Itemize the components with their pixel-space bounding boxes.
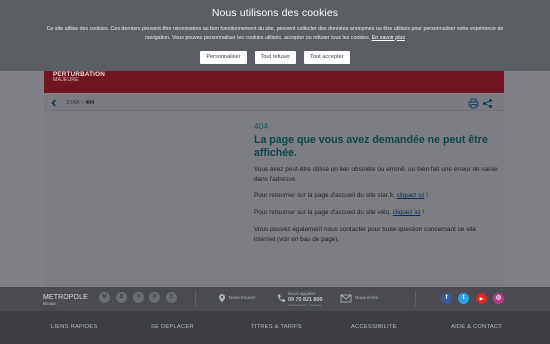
footer-divider	[195, 291, 196, 306]
home-return-paragraph: Pour retourner sur la page d'accueil du …	[254, 191, 499, 201]
breadcrumb-root[interactable]: STAR	[66, 100, 80, 106]
cookie-buttons: Personnaliser Tout refuser Tout accepter	[0, 51, 550, 64]
error-title: La page que vous avez demandée ne peut ê…	[254, 134, 488, 159]
footer-nav: LIENS RAPIDES SE DEPLACER TITRES & TARIF…	[0, 311, 550, 344]
accept-all-button[interactable]: Tout accepter	[304, 51, 350, 64]
main-content: STAR/404 404 La page que vous avez deman…	[44, 95, 504, 285]
back-arrow-icon[interactable]	[49, 98, 59, 108]
write-us-link[interactable]: Nous écrire	[355, 295, 379, 300]
phone-icon	[277, 294, 285, 302]
metro-icon[interactable]: M	[99, 292, 110, 303]
call-us-label: Nous appeler	[288, 291, 316, 296]
bike-return-text: Pour retourner sur la page d'accueil du …	[254, 209, 391, 216]
breadcrumb-separator: /	[81, 100, 84, 106]
alert-subtitle: MAJEURE	[53, 77, 79, 83]
cookie-banner-title: Nous utilisons des cookies	[211, 7, 339, 19]
facebook-icon[interactable]: f	[441, 293, 452, 304]
refuse-all-button[interactable]: Tout refuser	[254, 51, 297, 64]
share-icon[interactable]	[482, 98, 493, 109]
phone-note: service gratuit + prix appel	[288, 303, 321, 307]
youtube-icon[interactable]: ▶	[476, 293, 487, 304]
learn-more-link[interactable]: En savoir plus	[372, 35, 405, 41]
nav-help-contact[interactable]: AIDE & CONTACT	[451, 324, 502, 330]
home-return-text: Pour retourner sur la page d'accueil du …	[254, 192, 395, 199]
contact-paragraph: Vous pouvez également nous contacter pou…	[254, 226, 477, 243]
parking-icon[interactable]: P	[149, 292, 160, 303]
print-icon[interactable]	[468, 98, 479, 109]
footer-divider	[415, 291, 416, 306]
car-icon[interactable]: C	[166, 292, 177, 303]
cookie-banner-message: Ce site utilise des cookies. Ces dernier…	[46, 26, 504, 41]
home-link[interactable]: cliquez ici	[397, 192, 425, 199]
footer-info-bar: METROPOLE RENNES M B V P C Nous trouver …	[0, 287, 550, 311]
nav-quick-links[interactable]: LIENS RAPIDES	[51, 324, 97, 330]
cookie-banner: Nous utilisons des cookies Ce site utili…	[0, 0, 550, 71]
breadcrumb-bar: STAR/404	[44, 95, 504, 111]
bus-icon[interactable]: B	[116, 292, 127, 303]
location-pin-icon	[219, 294, 225, 303]
twitter-icon[interactable]: t	[458, 293, 469, 304]
breadcrumb-current: 404	[85, 100, 95, 106]
find-us-link[interactable]: Nous trouver	[229, 295, 255, 300]
envelope-icon	[340, 294, 352, 303]
error-code: 404	[254, 121, 269, 131]
metropole-logo[interactable]: METROPOLE RENNES	[43, 290, 91, 308]
velo-icon[interactable]: V	[133, 292, 144, 303]
nav-accessibility[interactable]: ACCESSIBILITE	[351, 324, 397, 330]
nav-tickets-fares[interactable]: TITRES & TARIFS	[251, 324, 302, 330]
bike-return-suffix: !	[422, 209, 424, 216]
cookie-banner-text: Ce site utilise des cookies. Ces dernier…	[40, 25, 510, 42]
home-return-suffix: !	[426, 192, 428, 199]
nav-getting-around[interactable]: SE DEPLACER	[151, 324, 194, 330]
error-description: Vous avez peut-être utilisé un lien obso…	[254, 166, 498, 183]
logo-subtext: RENNES	[43, 302, 57, 306]
bike-return-paragraph: Pour retourner sur la page d'accueil du …	[254, 208, 499, 218]
logo-text: METROPOLE	[43, 294, 88, 301]
bike-home-link[interactable]: cliquez ici	[393, 209, 421, 216]
customize-cookies-button[interactable]: Personnaliser	[200, 51, 247, 64]
instagram-icon[interactable]: ◎	[493, 293, 504, 304]
breadcrumb: STAR/404	[66, 100, 94, 106]
